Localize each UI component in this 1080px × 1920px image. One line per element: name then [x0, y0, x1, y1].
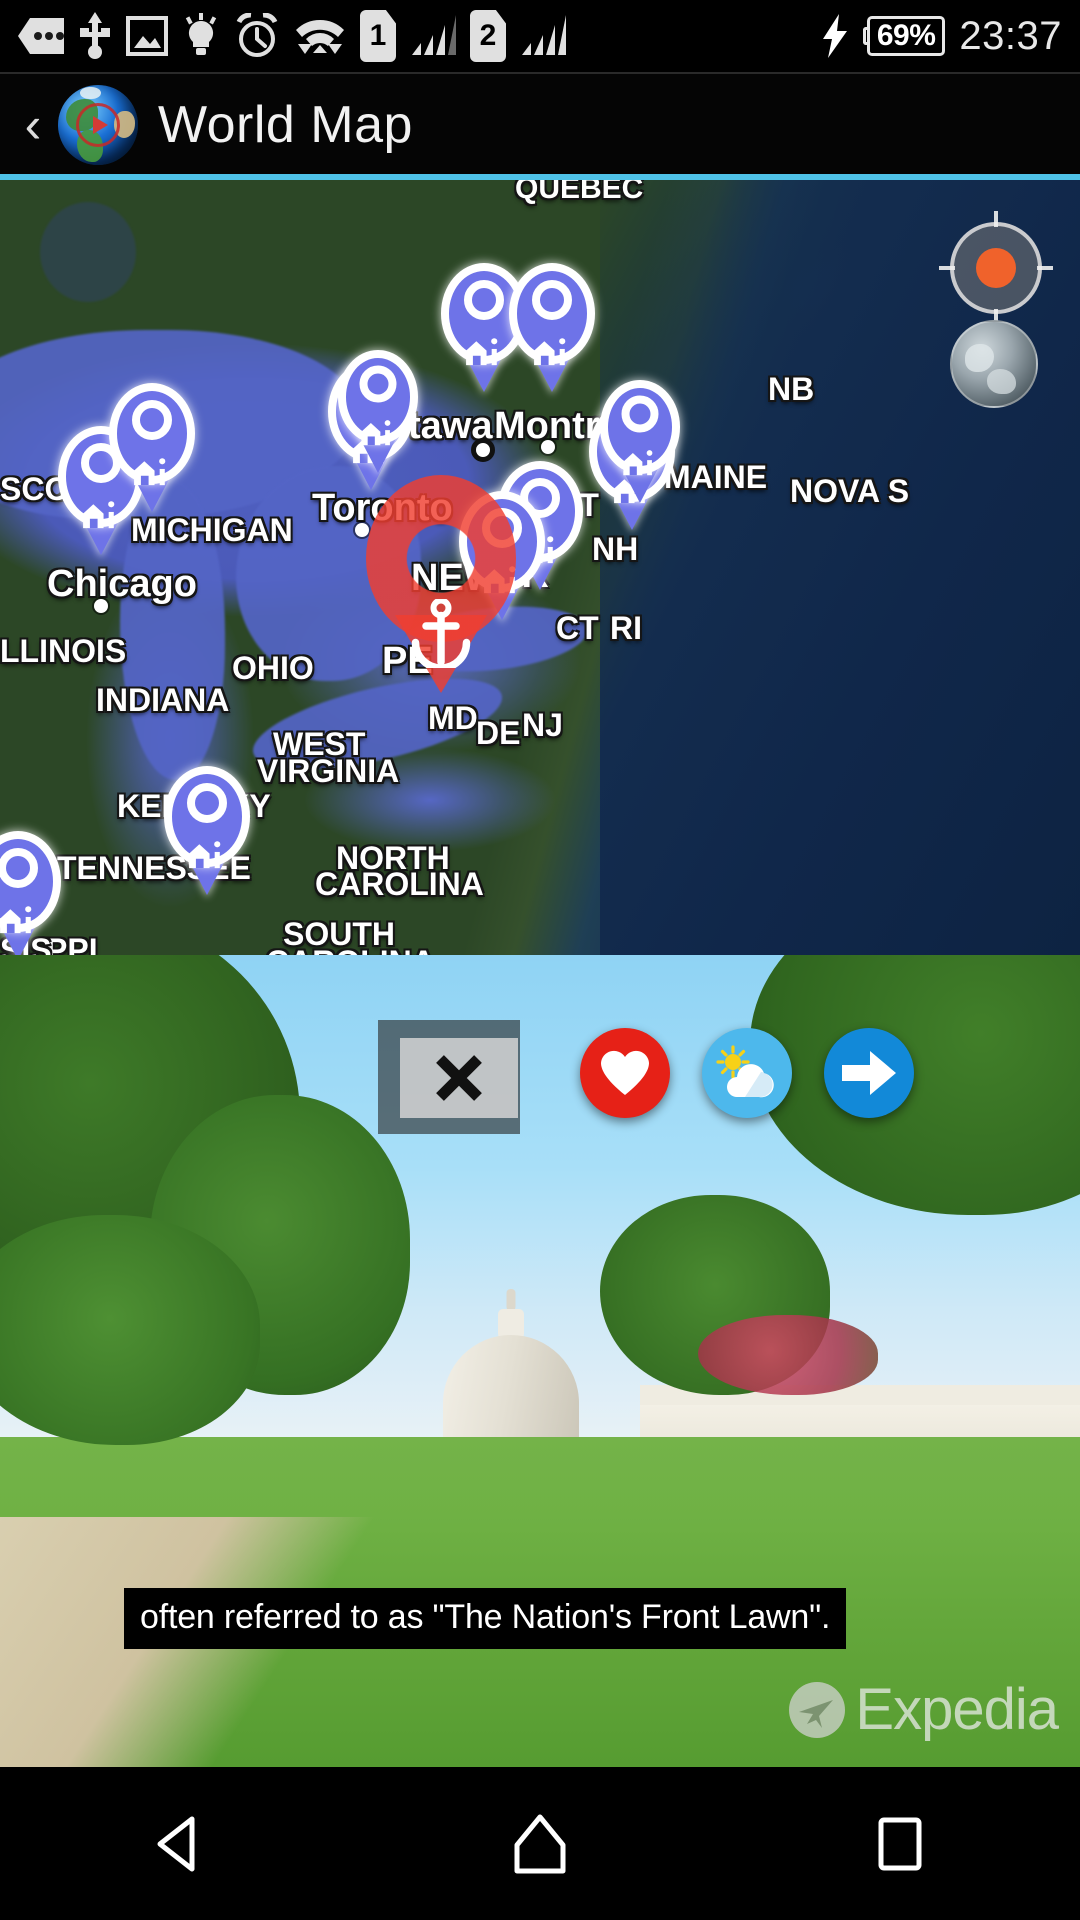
pin-michigan[interactable]: [109, 383, 195, 512]
map-label: NOVA S: [790, 473, 910, 509]
lightbulb-icon: [182, 10, 220, 62]
home-icon: [514, 1814, 566, 1873]
anchor-icon: [410, 597, 473, 673]
status-clock: 23:37: [959, 13, 1062, 58]
recents-square-icon: [878, 1817, 922, 1870]
pin-tennessee[interactable]: [164, 766, 250, 895]
flower-bush: [698, 1315, 878, 1395]
battery-icon: 69%: [862, 10, 946, 62]
weather-fab[interactable]: [702, 1028, 792, 1118]
map-label: LLINOIS: [0, 633, 127, 669]
image-icon: [126, 10, 168, 62]
pin-hole: [532, 279, 572, 320]
hotel-icon: [0, 905, 38, 939]
map-label: CT: [556, 610, 599, 646]
close-button[interactable]: [400, 1038, 518, 1118]
hotel-icon: [360, 419, 397, 451]
back-triangle-icon: [157, 1816, 195, 1871]
expedia-watermark: Expedia: [789, 1676, 1059, 1743]
map-label: OHIO: [232, 650, 314, 686]
signal-sim1-icon: [410, 10, 456, 62]
video-caption: often referred to as "The Nation's Front…: [124, 1588, 847, 1649]
caption-text: often referred to as "The Nation's Front…: [140, 1598, 831, 1636]
map-label: RI: [610, 610, 642, 646]
compass-icon[interactable]: [939, 211, 1053, 325]
more-dots-icon: [18, 10, 64, 62]
hotel-icon: [464, 337, 504, 371]
pin-hole: [464, 279, 504, 320]
page-title: World Map: [158, 96, 413, 154]
favorite-fab[interactable]: [580, 1028, 670, 1118]
tree: [0, 1215, 260, 1445]
expedia-wordmark: Expedia: [855, 1677, 1059, 1742]
pin-hole: [132, 399, 172, 440]
back-button[interactable]: ‹: [10, 100, 56, 150]
usb-icon: [78, 10, 112, 62]
pin-hole: [359, 365, 397, 403]
map-label: MD: [428, 700, 478, 736]
pin-hole: [621, 395, 659, 433]
android-nav-bar: [0, 1767, 1080, 1920]
pin-montreal[interactable]: [509, 263, 595, 392]
sim2-icon: 2: [470, 10, 506, 62]
globe-view-icon[interactable]: [950, 320, 1038, 408]
next-fab[interactable]: [824, 1028, 914, 1118]
map-canvas[interactable]: QUEBECtawaMontreNBMAINENOVA SSCONToronto…: [0, 180, 1080, 955]
hudson-bay-inlet: [40, 202, 136, 302]
map-label: NH: [592, 531, 639, 567]
heart-icon: [601, 1050, 649, 1095]
pin-toronto-b[interactable]: [338, 350, 418, 473]
map-label: DE: [476, 715, 521, 751]
nav-home-button[interactable]: [480, 1794, 600, 1894]
hotel-icon: [622, 449, 659, 481]
battery-level-text: 69%: [876, 19, 936, 52]
pin-selected-washington[interactable]: [366, 475, 516, 700]
globe-play-icon: [58, 85, 138, 165]
hotel-icon: [187, 840, 227, 874]
map-label: MICHIGAN: [131, 512, 293, 548]
map-label: QUEBEC: [515, 180, 644, 205]
map-label: NB: [768, 371, 815, 407]
expedia-plane-icon: [789, 1681, 846, 1738]
hotel-icon: [132, 457, 172, 491]
pin-mississippi[interactable]: [0, 831, 61, 955]
signal-sim2-icon: [520, 10, 566, 62]
video-player[interactable]: often referred to as "The Nation's Front…: [0, 955, 1080, 1767]
weather-icon: [716, 1045, 774, 1098]
alarm-icon: [234, 10, 280, 62]
map-action-buttons: [580, 1028, 914, 1118]
pin-hole: [0, 847, 38, 888]
wifi-icon: [294, 10, 346, 62]
sim1-icon: 1: [360, 10, 396, 62]
map-label: Chicago: [47, 563, 197, 605]
map-label: CAROLINA: [315, 866, 484, 902]
nav-recents-button[interactable]: [840, 1794, 960, 1894]
pin-hole: [187, 782, 227, 823]
map-label: VIRGINIA: [257, 753, 400, 789]
pin-maine-b[interactable]: [600, 380, 680, 503]
app-title-bar: ‹ World Map: [0, 72, 1080, 176]
city-dot: [94, 599, 108, 613]
status-bar: 1 2 69% 23:37: [0, 0, 1080, 72]
map-label: CAROLINA: [266, 944, 435, 955]
map-label: INDIANA: [96, 682, 230, 718]
nav-back-button[interactable]: [120, 1794, 240, 1894]
charging-bolt-icon: [821, 10, 849, 62]
map-label: NJ: [522, 707, 563, 743]
capital-dot: [471, 438, 495, 462]
hotel-icon: [532, 337, 572, 371]
close-icon: [436, 1055, 482, 1101]
city-dot: [541, 440, 555, 454]
arrow-right-icon: [842, 1051, 896, 1095]
